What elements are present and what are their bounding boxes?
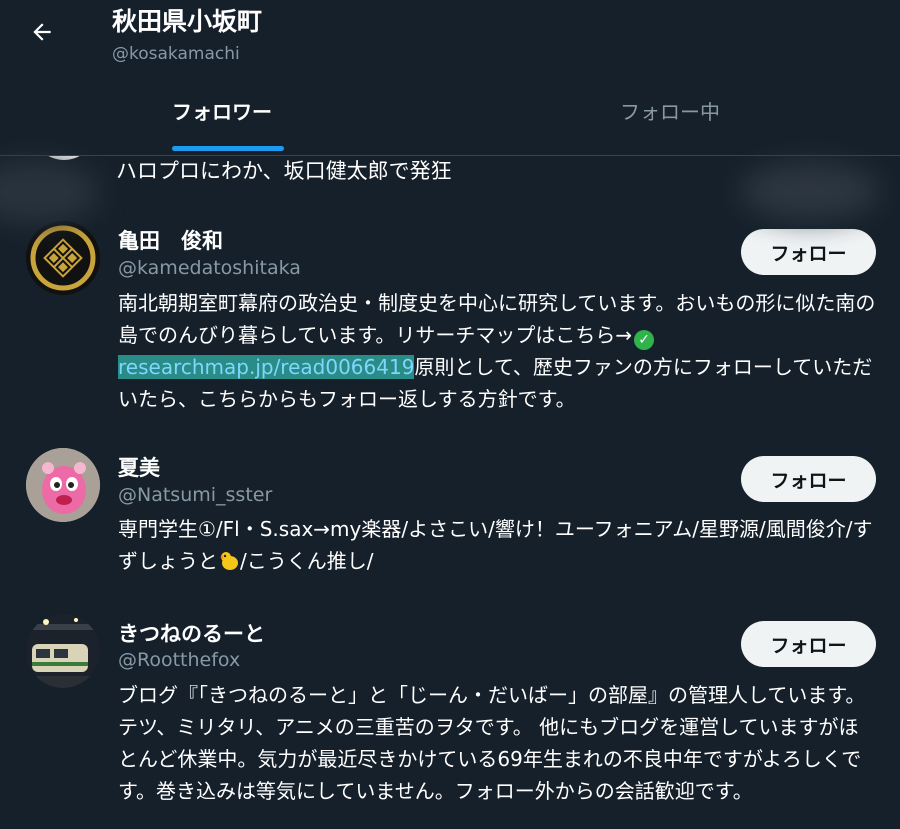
user-name[interactable]: きつねのるーと [118, 618, 265, 648]
page-title: 秋田県小坂町 [112, 7, 263, 36]
follow-button[interactable]: フォロー [741, 621, 876, 667]
user-handle: @Rootthefox [118, 649, 241, 671]
tab-followers[interactable]: フォロワー [172, 96, 272, 125]
user-bio: 南北朝期室町幕府の政治史・制度史を中心に研究しています。おいもの形に似た南の島で… [118, 287, 876, 415]
family-crest-icon[interactable] [26, 221, 100, 295]
tab-following[interactable]: フォロー中 [620, 96, 720, 125]
bio-text: 南北朝期室町幕府の政治史・制度史を中心に研究しています。おいもの形に似た南の島で… [118, 291, 876, 347]
user-name[interactable]: 亀田 俊和 [118, 225, 223, 255]
pink-mascot-icon[interactable] [26, 448, 100, 522]
follow-button[interactable]: フォロー [741, 229, 876, 275]
active-tab-indicator [172, 146, 284, 151]
blurred-region [740, 162, 880, 220]
user-bio: 専門学生①/Fl・S.sax→my楽器/よさこい/響け！ユーフォニアム/星野源/… [118, 513, 876, 580]
back-arrow-icon[interactable] [24, 14, 60, 50]
tab-bar: フォロワー フォロー中 [0, 80, 900, 224]
account-handle: @kosakamachi [112, 44, 240, 64]
user-bio: ハロプロにわか、坂口健太郎で発狂 [116, 159, 452, 183]
bio-text: /こうくん推し/ [240, 549, 374, 573]
follow-button[interactable]: フォロー [741, 456, 876, 502]
bio-link[interactable]: researchmap.jp/read0066419 [118, 355, 415, 379]
chick-emoji-icon [218, 548, 240, 580]
user-bio: ブログ『「きつねのるーと」と「じーん・だいばー」の部屋』の管理人しています。テツ… [118, 683, 866, 803]
user-name[interactable]: 夏美 [118, 452, 160, 482]
user-handle: @kamedatoshitaka [118, 257, 301, 279]
header: 秋田県小坂町 @kosakamachi フォロワー フォロー中 [0, 0, 900, 224]
user-handle: @Natsumi_sster [118, 484, 273, 506]
check-mark-icon: ✓ [634, 330, 655, 350]
train-photo-icon[interactable] [26, 614, 100, 688]
